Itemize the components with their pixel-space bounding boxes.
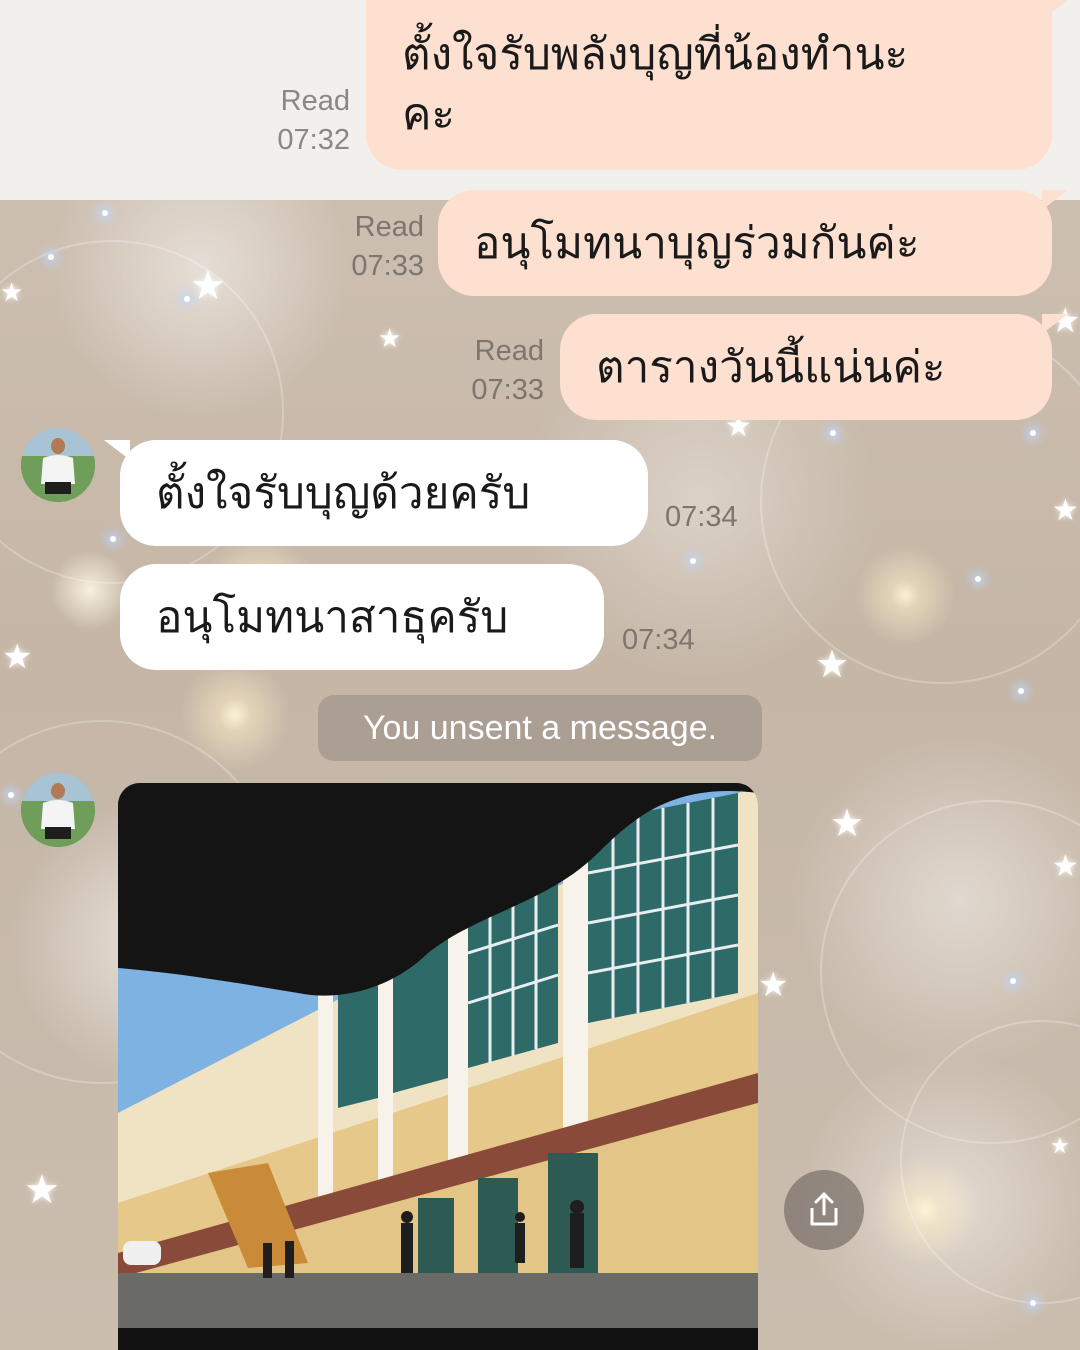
sparkle-decoration xyxy=(975,576,981,582)
read-status: Read xyxy=(280,85,350,117)
sparkle-decoration xyxy=(1030,1300,1036,1306)
message-time: 07:34 xyxy=(622,624,695,656)
person-icon xyxy=(21,773,95,847)
message-time: 07:34 xyxy=(665,501,738,533)
star-decoration: ★ xyxy=(1052,849,1079,884)
sparkle-decoration xyxy=(48,254,54,260)
message-meta: Read 07:33 xyxy=(440,332,544,410)
outgoing-message[interactable]: ตารางวันนี้แน่นค่ะ xyxy=(560,314,1068,420)
person-icon xyxy=(21,428,95,502)
sparkle-decoration xyxy=(690,558,696,564)
sparkle-decoration xyxy=(8,792,14,798)
read-status: Read xyxy=(474,335,544,367)
star-decoration: ★ xyxy=(190,263,226,309)
sparkle-decoration xyxy=(1030,430,1036,436)
sparkle-decoration xyxy=(830,430,836,436)
outgoing-message[interactable]: อนุโมทนาบุญร่วมกันค่ะ xyxy=(438,190,1068,296)
message-text: อนุโมทนาสาธุครับ xyxy=(156,592,509,643)
message-text-line: ตั้งใจรับพลังบุญที่น้องทำนะ xyxy=(402,29,909,80)
message-time: 07:33 xyxy=(471,374,544,406)
unsent-message-notice: You unsent a message. xyxy=(318,695,762,761)
read-status: Read xyxy=(354,211,424,243)
star-decoration: ★ xyxy=(830,801,865,845)
incoming-message[interactable]: อนุโมทนาสาธุครับ xyxy=(120,564,604,670)
message-meta: Read 07:32 xyxy=(248,82,350,160)
outgoing-message[interactable]: ตั้งใจรับพลังบุญที่น้องทำนะ คะ xyxy=(366,0,1068,170)
sparkle-decoration xyxy=(1018,688,1024,694)
message-meta: Read 07:33 xyxy=(320,208,424,286)
photo-message[interactable] xyxy=(118,783,758,1350)
star-decoration: ★ xyxy=(1052,493,1079,528)
star-decoration: ★ xyxy=(378,324,402,354)
sparkle-decoration xyxy=(184,296,190,302)
message-text-line: คะ xyxy=(402,89,456,140)
message-text: ตั้งใจรับบุญด้วยครับ xyxy=(156,468,531,519)
building-photo xyxy=(118,783,758,1350)
share-button[interactable] xyxy=(784,1170,864,1250)
share-icon xyxy=(810,1192,838,1226)
star-decoration: ★ xyxy=(24,1167,60,1213)
message-time: 07:33 xyxy=(351,250,424,282)
sparkle-decoration xyxy=(102,210,108,216)
incoming-message[interactable]: ตั้งใจรับบุญด้วยครับ xyxy=(104,440,648,546)
sparkle-decoration xyxy=(1010,978,1016,984)
star-decoration: ★ xyxy=(2,637,33,677)
message-text: ตารางวันนี้แน่นค่ะ xyxy=(596,342,946,393)
sparkle-decoration xyxy=(110,536,116,542)
star-decoration: ★ xyxy=(0,278,24,308)
star-decoration: ★ xyxy=(815,642,850,686)
message-time: 07:32 xyxy=(277,124,350,156)
avatar[interactable] xyxy=(21,773,95,847)
message-text: อนุโมทนาบุญร่วมกันค่ะ xyxy=(474,218,920,269)
star-decoration: ★ xyxy=(758,965,789,1005)
star-decoration: ★ xyxy=(1050,1134,1070,1159)
avatar[interactable] xyxy=(21,428,95,502)
